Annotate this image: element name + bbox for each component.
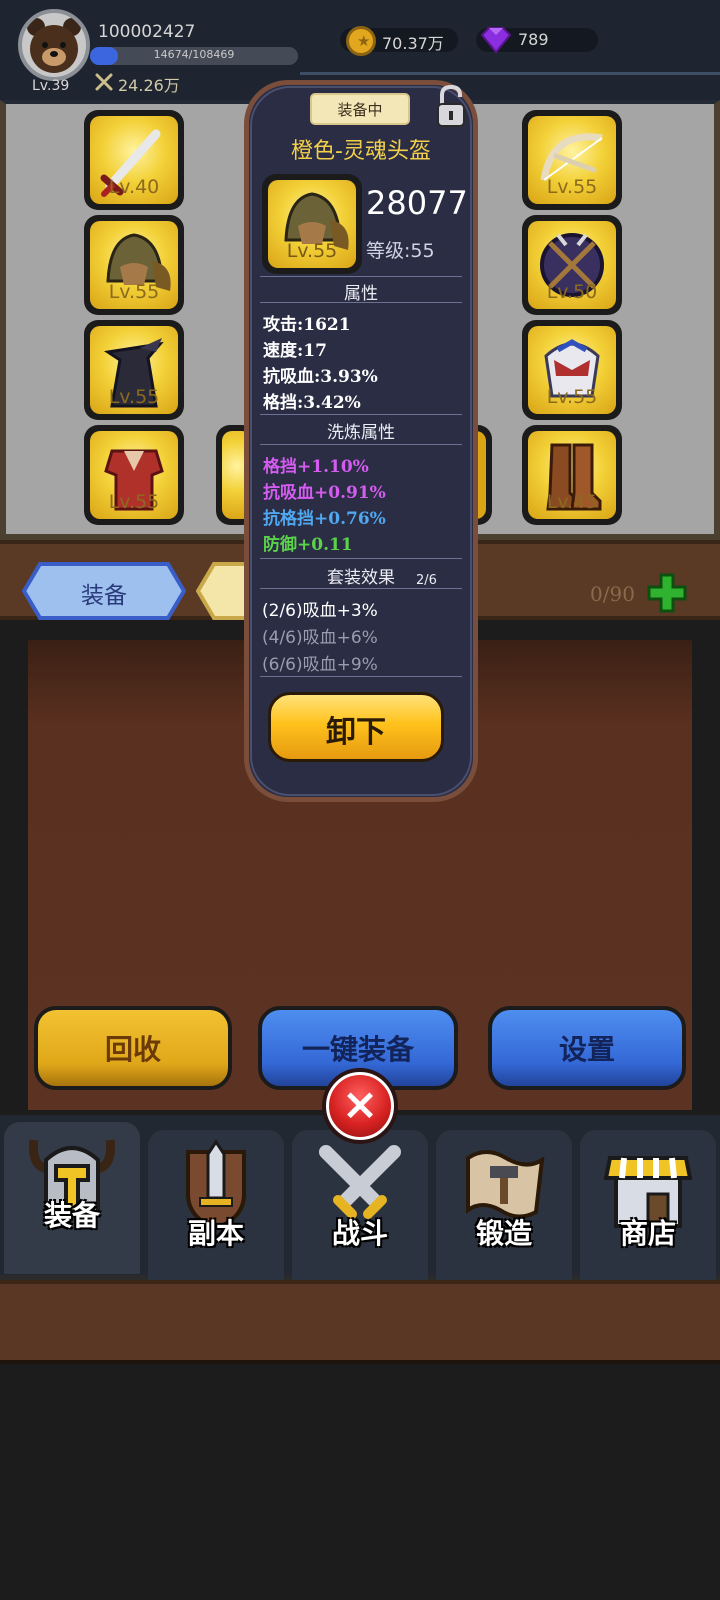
- close-icon: ×: [341, 1079, 379, 1130]
- equipped-status-badge: 装备中: [310, 93, 410, 125]
- refine-line: 格挡+1.10%: [263, 457, 369, 477]
- plus-icon[interactable]: [646, 572, 688, 614]
- recycle-button[interactable]: 回收: [34, 1006, 232, 1090]
- set-effect-line: (4/6)吸血+6%: [262, 628, 378, 648]
- header-divider: [300, 72, 720, 75]
- nav-tab-battle[interactable]: 战斗: [292, 1130, 428, 1282]
- tab-equipment-label: 装备: [81, 583, 127, 609]
- xp-bar: 14674/108469: [90, 47, 298, 65]
- nav-shop-label: 商店: [619, 1217, 676, 1250]
- nav-equipment-label: 装备: [43, 1199, 100, 1232]
- attribute-line: 抗吸血:3.93%: [263, 367, 378, 387]
- equip-slot-armor[interactable]: Lv.55: [84, 425, 184, 525]
- nav-forge-label: 锻造: [475, 1217, 532, 1250]
- slot-level: Lv.55: [546, 176, 598, 198]
- gem-amount: 789: [518, 30, 549, 49]
- combat-power: 24.26万: [118, 76, 180, 95]
- player-id: 100002427: [98, 22, 196, 42]
- equip-slot-weapon[interactable]: Lv.40: [84, 110, 184, 210]
- crossed-swords-icon: [95, 73, 113, 91]
- slot-level: Lv.45: [546, 491, 598, 513]
- divider: [260, 444, 462, 445]
- refine-line: 防御+0.11: [263, 535, 353, 555]
- xp-text: 14674/108469: [153, 48, 235, 61]
- nav-dungeon-label: 副本: [187, 1217, 244, 1250]
- set-piece-count: 2/6: [416, 573, 437, 588]
- slot-level: Lv.50: [546, 281, 598, 303]
- unlock-icon[interactable]: [434, 84, 468, 128]
- unequip-button-label: 卸下: [326, 715, 386, 750]
- attribute-line: 格挡:3.42%: [263, 393, 361, 413]
- gold-coin-icon: ★: [346, 26, 376, 56]
- recycle-button-label: 回收: [104, 1033, 161, 1066]
- nav-tab-dungeon[interactable]: 副本: [148, 1130, 284, 1282]
- slot-level: Lv.55: [546, 386, 598, 408]
- nav-tab-forge[interactable]: 锻造: [436, 1130, 572, 1282]
- set-effects-heading: 套装效果: [327, 568, 395, 588]
- bottom-band: [0, 1280, 720, 1364]
- slot-level: Lv.55: [108, 386, 160, 408]
- attribute-line: 攻击:1621: [263, 315, 351, 335]
- item-level-badge: Lv.55: [286, 240, 338, 262]
- equip-slot-helmet[interactable]: Lv.55: [84, 215, 184, 315]
- set-effect-line: (6/6)吸血+9%: [262, 655, 378, 675]
- equip-slot-boots[interactable]: Lv.45: [522, 425, 622, 525]
- purple-gem-icon: [480, 27, 512, 54]
- player-avatar[interactable]: [18, 9, 90, 81]
- divider: [260, 558, 462, 559]
- star-icon: ★: [357, 32, 371, 50]
- item-icon: Lv.55: [262, 174, 362, 274]
- divider: [260, 414, 462, 415]
- player-level: Lv.39: [32, 78, 70, 94]
- refine-line: 抗吸血+0.91%: [263, 483, 386, 503]
- bear-avatar-icon: [27, 18, 81, 73]
- gold-amount: 70.37万: [382, 34, 444, 53]
- item-power-score: 28077: [366, 184, 468, 222]
- slot-level: Lv.55: [108, 491, 160, 513]
- settings-button-label: 设置: [558, 1033, 615, 1066]
- item-level-text: 等级:55: [366, 240, 435, 262]
- refine-heading: 洗炼属性: [327, 423, 395, 443]
- bottom-empty-area: [0, 1364, 720, 1600]
- attributes-heading: 属性: [344, 284, 378, 304]
- item-name: 橙色-灵魂头盔: [291, 139, 431, 164]
- unequip-button[interactable]: 卸下: [268, 692, 444, 762]
- divider: [260, 276, 462, 277]
- nav-tab-equipment[interactable]: 装备: [4, 1122, 140, 1274]
- divider: [260, 302, 462, 303]
- nav-battle-label: 战斗: [331, 1217, 388, 1250]
- equip-slot-cloak[interactable]: Lv.55: [84, 320, 184, 420]
- attribute-line: 速度:17: [263, 341, 327, 361]
- bag-capacity: 0/90: [590, 582, 635, 606]
- equip-slot-bow[interactable]: Lv.55: [522, 110, 622, 210]
- one-click-equip-label: 一键装备: [301, 1033, 414, 1066]
- equipped-status-text: 装备中: [337, 101, 383, 119]
- slot-level: Lv.40: [108, 176, 160, 198]
- equip-slot-mask[interactable]: Lv.55: [522, 320, 622, 420]
- divider: [260, 676, 462, 677]
- close-popup-button[interactable]: ×: [322, 1068, 398, 1144]
- set-effect-line: (2/6)吸血+3%: [262, 601, 378, 621]
- nav-tab-shop[interactable]: 商店: [580, 1130, 716, 1282]
- equip-slot-shield[interactable]: Lv.50: [522, 215, 622, 315]
- slot-level: Lv.55: [108, 281, 160, 303]
- divider: [260, 588, 462, 589]
- refine-line: 抗格挡+0.76%: [263, 509, 386, 529]
- settings-button[interactable]: 设置: [488, 1006, 686, 1090]
